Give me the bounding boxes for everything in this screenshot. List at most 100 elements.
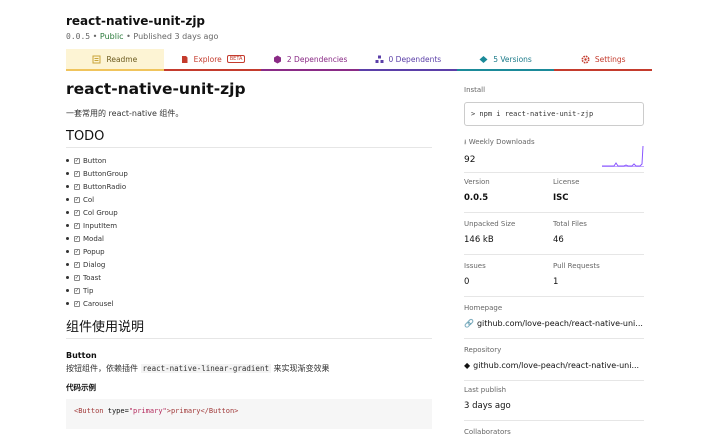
usage-heading: 组件使用说明 (66, 316, 432, 339)
install-command[interactable]: > npm i react-native-unit-zjp (464, 102, 644, 126)
last-publish-value: 3 days ago (464, 401, 511, 411)
todo-label: Carousel (83, 299, 114, 308)
todo-item: ✓ Button (66, 154, 432, 167)
bullet-icon (66, 289, 69, 292)
bullet-icon (66, 185, 69, 188)
repository-label: Repository (464, 346, 502, 354)
todo-heading: TODO (66, 129, 432, 148)
beta-badge: BETA (226, 55, 246, 63)
bullet-icon (66, 198, 69, 201)
pull-requests-block[interactable]: Pull Requests 1 (553, 262, 600, 287)
unpacked-size-value: 146 kB (464, 235, 494, 245)
button-description: 按钮组件，依赖插件 react-native-linear-gradient 来… (66, 363, 432, 374)
checkbox-icon: ✓ (74, 248, 80, 255)
todo-item: ✓ InputItem (66, 219, 432, 232)
tab-label: Explore (193, 54, 222, 64)
total-files-value: 46 (553, 235, 564, 245)
issues-block[interactable]: Issues 0 (464, 262, 486, 287)
downloads-sparkline (602, 145, 644, 167)
checkbox-icon: ✓ (74, 235, 80, 242)
todo-list: ✓ Button ✓ ButtonGroup ✓ ButtonRadio ✓ Col ✓… (66, 154, 432, 310)
unpacked-size-label: Unpacked Size (464, 220, 516, 228)
checkbox-icon: ✓ (74, 261, 80, 268)
package-tabs: Readme Explore BETA 2 Dependencies 0 Dep… (66, 49, 653, 71)
collaborators-label: Collaborators (464, 428, 511, 436)
todo-label: Tip (83, 286, 94, 295)
version-label: Version (464, 178, 490, 186)
button-desc-text: 按钮组件，依赖插件 (66, 364, 138, 373)
checkbox-icon: ✓ (74, 222, 80, 229)
tab-readme[interactable]: Readme (66, 49, 164, 71)
code-example-heading: 代码示例 (66, 383, 96, 392)
readme-description: 一套常用的 react-native 组件。 (66, 109, 184, 118)
published-time: Published 3 days ago (133, 32, 219, 41)
bullet-icon (66, 211, 69, 214)
todo-item: ✓ Carousel (66, 297, 432, 310)
divider (464, 212, 644, 213)
link-icon: 🔗 (464, 319, 474, 328)
code-tag: <Button (74, 407, 104, 415)
package-version: 0.0.5 (66, 32, 91, 41)
checkbox-icon: ✓ (74, 196, 80, 203)
tab-label: Settings (594, 54, 626, 64)
tab-explore[interactable]: Explore BETA (163, 49, 262, 71)
todo-item: ✓ Col Group (66, 206, 432, 219)
tab-versions[interactable]: 5 Versions (456, 49, 555, 71)
checkbox-icon: ✓ (74, 183, 80, 190)
package-sidebar: Install > npm i react-native-unit-zjp ⭳ … (464, 86, 644, 436)
checkbox-icon: ✓ (74, 287, 80, 294)
tab-label: 5 Versions (493, 54, 532, 64)
pull-requests-value: 1 (553, 277, 559, 287)
versions-icon (479, 55, 488, 64)
total-files-label: Total Files (553, 220, 587, 228)
todo-item: ✓ Dialog (66, 258, 432, 271)
tab-label: Readme (106, 54, 138, 64)
last-publish-label: Last publish (464, 386, 507, 394)
todo-label: Toast (83, 273, 102, 282)
readme-content: react-native-unit-zjp 一套常用的 react-native… (66, 80, 432, 429)
divider (464, 172, 644, 173)
package-title: react-native-unit-zjp (66, 14, 206, 28)
homepage-label: Homepage (464, 304, 503, 312)
code-block: <Button type="primary">primary</Button> (66, 399, 432, 429)
checkbox-icon: ✓ (74, 274, 80, 281)
bullet-icon (66, 250, 69, 253)
license-value: ISC (553, 193, 569, 203)
meta-separator: • (92, 32, 98, 41)
todo-item: ✓ Col (66, 193, 432, 206)
repository-block: Repository ◆ github.com/love-peach/react… (464, 346, 644, 370)
tab-settings[interactable]: Settings (554, 49, 653, 71)
version-block: Version 0.0.5 (464, 178, 490, 203)
tab-dependencies[interactable]: 2 Dependencies (261, 49, 360, 71)
readme-title: react-native-unit-zjp (66, 80, 246, 98)
issues-value: 0 (464, 277, 470, 287)
todo-label: Dialog (83, 260, 106, 269)
todo-label: Popup (83, 247, 105, 256)
total-files-block: Total Files 46 (553, 220, 587, 245)
git-icon: ◆ (464, 361, 471, 370)
todo-label: Col (83, 195, 95, 204)
package-meta: 0.0.5 • Public • Published 3 days ago (66, 32, 218, 41)
visibility-badge: Public (99, 32, 124, 41)
version-value: 0.0.5 (464, 193, 489, 203)
install-label: Install (464, 86, 486, 94)
todo-label: Modal (83, 234, 104, 243)
tab-dependents[interactable]: 0 Dependents (359, 49, 457, 71)
homepage-link[interactable]: 🔗 github.com/love-peach/react-native-uni… (464, 319, 644, 328)
checkbox-icon: ✓ (74, 300, 80, 307)
settings-icon (581, 54, 590, 64)
checkbox-icon: ✓ (74, 157, 80, 164)
todo-item: ✓ ButtonGroup (66, 167, 432, 180)
todo-item: ✓ ButtonRadio (66, 180, 432, 193)
bullet-icon (66, 302, 69, 305)
bullet-icon (66, 276, 69, 279)
todo-item: ✓ Tip (66, 284, 432, 297)
todo-item: ✓ Modal (66, 232, 432, 245)
todo-item: ✓ Toast (66, 271, 432, 284)
license-block: License ISC (553, 178, 579, 203)
tab-label: 2 Dependencies (286, 54, 348, 64)
button-desc-code: react-native-linear-gradient (140, 364, 271, 373)
bullet-icon (66, 172, 69, 175)
collaborators-block: Collaborators (464, 428, 644, 436)
repository-link[interactable]: ◆ github.com/love-peach/react-native-uni… (464, 361, 644, 370)
